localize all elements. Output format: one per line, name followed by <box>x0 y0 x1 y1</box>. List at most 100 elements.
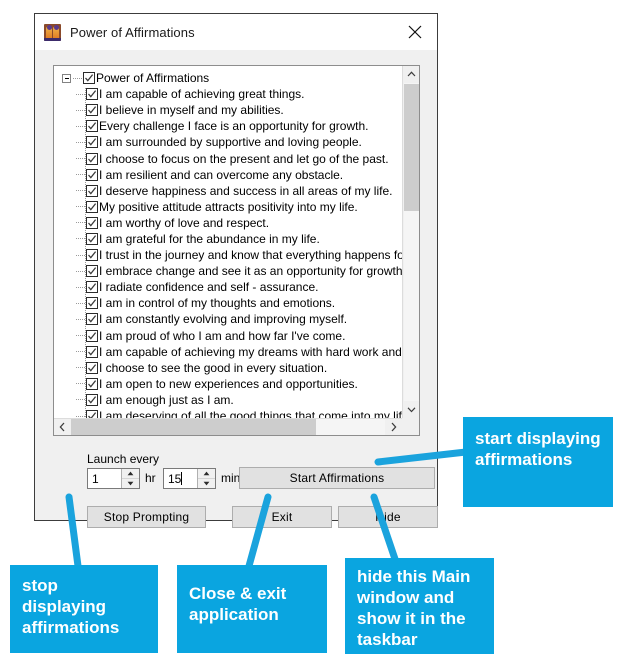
tree-item[interactable]: I believe in myself and my abilities. <box>54 102 402 118</box>
minutes-stepper-arrows[interactable] <box>197 469 215 488</box>
minutes-decrement-icon[interactable] <box>198 479 215 488</box>
hours-decrement-icon[interactable] <box>122 479 139 488</box>
start-affirmations-button[interactable]: Start Affirmations <box>239 467 435 489</box>
launch-every-label: Launch every <box>87 452 160 466</box>
tree-item[interactable]: I am capable of achieving my dreams with… <box>54 344 402 360</box>
tree-item[interactable]: I deserve happiness and success in all a… <box>54 183 402 199</box>
collapse-icon[interactable] <box>62 73 71 83</box>
tree-item[interactable]: I am in control of my thoughts and emoti… <box>54 295 402 311</box>
tree-item[interactable]: I choose to focus on the present and let… <box>54 150 402 166</box>
tree-item[interactable]: I embrace change and see it as an opport… <box>54 263 402 279</box>
horizontal-scroll-thumb[interactable] <box>71 419 316 435</box>
close-icon[interactable] <box>393 14 437 50</box>
hours-increment-icon[interactable] <box>122 469 139 479</box>
vertical-scrollbar[interactable] <box>402 66 419 418</box>
checkbox-affirmation[interactable] <box>86 377 98 390</box>
hours-input[interactable]: 1 <box>88 469 121 488</box>
tree-item-label: I trust in the journey and know that eve… <box>99 248 402 263</box>
checkbox-affirmation[interactable] <box>86 329 98 342</box>
tree-item[interactable]: I am worthy of love and respect. <box>54 215 402 231</box>
tree-item[interactable]: I am constantly evolving and improving m… <box>54 311 402 327</box>
minutes-increment-icon[interactable] <box>198 469 215 479</box>
app-people-icon <box>44 23 61 41</box>
tree-item-label: Every challenge I face is an opportunity… <box>99 119 369 134</box>
scrollbar-corner <box>402 418 419 435</box>
window-client-area: Power of Affirmations I am capable of ac… <box>35 50 438 528</box>
checkbox-affirmation[interactable] <box>86 345 98 358</box>
tree-item-label: I am deserving of all the good things th… <box>99 409 402 418</box>
vertical-scroll-thumb[interactable] <box>404 84 419 211</box>
hours-stepper[interactable]: 1 <box>87 468 140 489</box>
scroll-up-icon[interactable] <box>403 66 419 83</box>
minutes-value: 15 <box>168 471 182 486</box>
checkbox-affirmation[interactable] <box>86 120 98 133</box>
checkbox-affirmation[interactable] <box>86 297 98 310</box>
tree-item-label: I am capable of achieving my dreams with… <box>99 344 402 359</box>
exit-button[interactable]: Exit <box>232 506 332 528</box>
text-caret <box>181 472 183 485</box>
checkbox-affirmation[interactable] <box>86 200 98 213</box>
tree-item[interactable]: I am grateful for the abundance in my li… <box>54 231 402 247</box>
tree-item-label: I am grateful for the abundance in my li… <box>99 231 320 246</box>
tree-item[interactable]: I trust in the journey and know that eve… <box>54 247 402 263</box>
tree-item[interactable]: I am open to new experiences and opportu… <box>54 376 402 392</box>
tree-item-label: My positive attitude attracts positivity… <box>99 199 358 214</box>
checkbox-affirmation[interactable] <box>86 216 98 229</box>
treeview-content: Power of Affirmations I am capable of ac… <box>54 66 402 418</box>
hours-stepper-arrows[interactable] <box>121 469 139 488</box>
scroll-right-icon[interactable] <box>385 419 402 435</box>
tree-item[interactable]: I radiate confidence and self - assuranc… <box>54 279 402 295</box>
tree-item-label: I am enough just as I am. <box>99 392 234 407</box>
annotation-exit: Close & exit application <box>177 565 327 653</box>
minutes-input[interactable]: 15 <box>164 469 197 488</box>
minutes-stepper[interactable]: 15 <box>163 468 216 489</box>
checkbox-affirmation[interactable] <box>86 313 98 326</box>
checkbox-root[interactable] <box>83 72 95 85</box>
screenshot-root: Power of Affirmations Power of Affirmati… <box>0 0 620 662</box>
scroll-left-icon[interactable] <box>54 419 71 435</box>
checkbox-affirmation[interactable] <box>86 410 98 418</box>
tree-item[interactable]: I am resilient and can overcome any obst… <box>54 167 402 183</box>
affirmations-treeview[interactable]: Power of Affirmations I am capable of ac… <box>53 65 420 436</box>
tree-item[interactable]: I am capable of achieving great things. <box>54 86 402 102</box>
tree-item-label: I am proud of who I am and how far I've … <box>99 328 346 343</box>
scroll-down-icon[interactable] <box>403 401 419 418</box>
hide-button[interactable]: Hide <box>338 506 438 528</box>
tree-item[interactable]: I am surrounded by supportive and loving… <box>54 134 402 150</box>
checkbox-affirmation[interactable] <box>86 361 98 374</box>
tree-item[interactable]: I am enough just as I am. <box>54 392 402 408</box>
tree-item-label: I am worthy of love and respect. <box>99 215 270 230</box>
tree-item-label: I choose to focus on the present and let… <box>99 151 389 166</box>
checkbox-affirmation[interactable] <box>86 136 98 149</box>
hours-unit-label: hr <box>145 471 156 485</box>
tree-root-node[interactable]: Power of Affirmations <box>54 70 402 86</box>
annotation-start-affirmations: start displaying affirmations <box>463 417 613 507</box>
tree-item-label: I am surrounded by supportive and loving… <box>99 135 362 150</box>
tree-item-label: I radiate confidence and self - assuranc… <box>99 280 319 295</box>
horizontal-scrollbar[interactable] <box>54 418 402 435</box>
checkbox-affirmation[interactable] <box>86 393 98 406</box>
checkbox-affirmation[interactable] <box>86 281 98 294</box>
tree-item[interactable]: My positive attitude attracts positivity… <box>54 199 402 215</box>
checkbox-affirmation[interactable] <box>86 88 98 101</box>
tree-item-label: I embrace change and see it as an opport… <box>99 264 402 279</box>
annotation-hide: hide this Main window and show it in the… <box>345 558 494 654</box>
checkbox-affirmation[interactable] <box>86 232 98 245</box>
tree-dot-connector <box>73 77 82 79</box>
tree-item-label: I believe in myself and my abilities. <box>99 103 284 118</box>
tree-item[interactable]: I am proud of who I am and how far I've … <box>54 328 402 344</box>
checkbox-affirmation[interactable] <box>86 104 98 117</box>
tree-item-label: I am in control of my thoughts and emoti… <box>99 296 336 311</box>
annotation-stop-prompting: stop displaying affirmations <box>10 565 158 653</box>
stop-prompting-button[interactable]: Stop Prompting <box>87 506 206 528</box>
checkbox-affirmation[interactable] <box>86 265 98 278</box>
tree-item-list: I am capable of achieving great things. I… <box>54 86 402 418</box>
checkbox-affirmation[interactable] <box>86 184 98 197</box>
tree-item[interactable]: Every challenge I face is an opportunity… <box>54 118 402 134</box>
tree-item[interactable]: I choose to see the good in every situat… <box>54 360 402 376</box>
tree-item-label: I deserve happiness and success in all a… <box>99 183 393 198</box>
checkbox-affirmation[interactable] <box>86 152 98 165</box>
checkbox-affirmation[interactable] <box>86 249 98 262</box>
tree-item[interactable]: I am deserving of all the good things th… <box>54 408 402 418</box>
checkbox-affirmation[interactable] <box>86 168 98 181</box>
